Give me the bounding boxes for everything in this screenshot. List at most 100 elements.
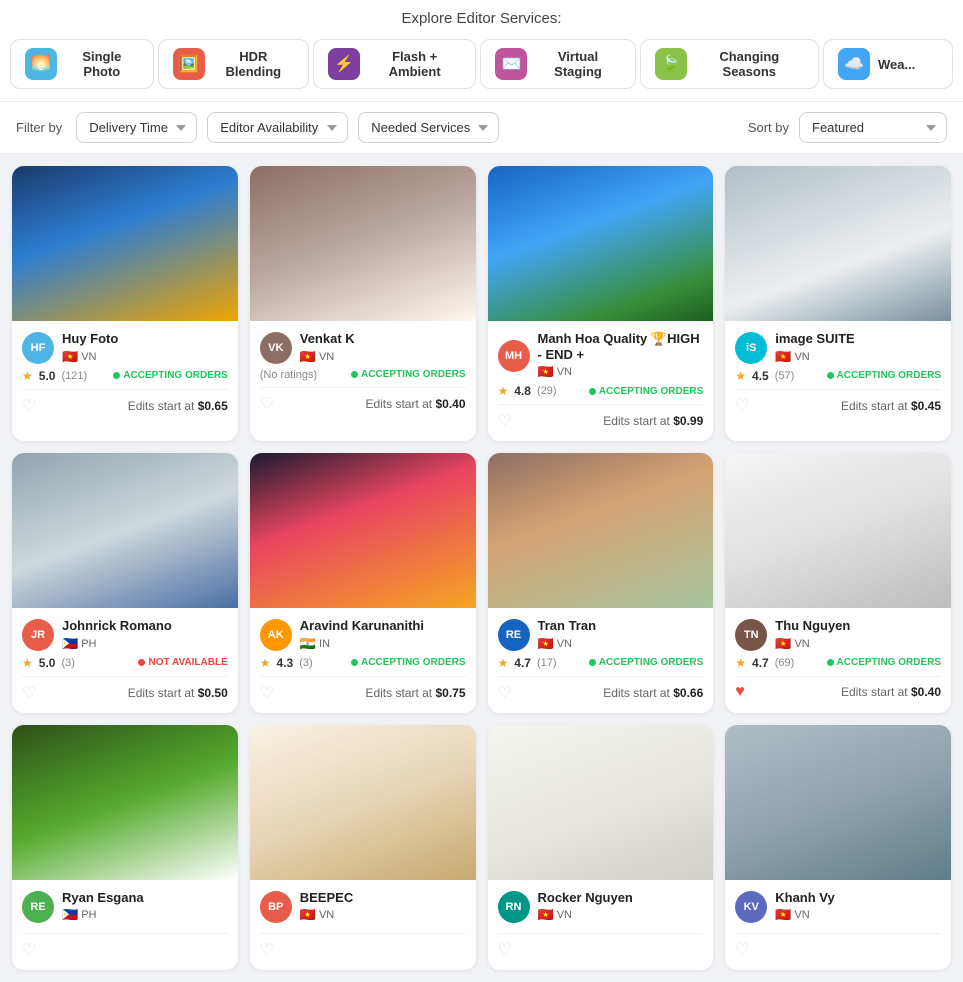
avatar: iS bbox=[735, 332, 767, 364]
favorite-button[interactable]: ♡ bbox=[22, 940, 36, 960]
status-badge: ACCEPTING ORDERS bbox=[589, 386, 703, 397]
country-flag-icon: 🇻🇳 bbox=[775, 907, 791, 923]
review-count: (121) bbox=[61, 370, 87, 382]
editor-country: 🇻🇳 VN bbox=[300, 349, 466, 365]
editor-card[interactable]: AK Aravind Karunanithi 🇮🇳 IN ★ 4.3 (3) bbox=[250, 453, 476, 713]
status-badge: ACCEPTING ORDERS bbox=[827, 657, 941, 668]
changing-seasons-icon: 🍃 bbox=[655, 48, 687, 80]
service-tab-changing-seasons[interactable]: 🍃 Changing Seasons bbox=[640, 39, 819, 89]
editor-card[interactable]: VK Venkat K 🇻🇳 VN (No ratings) ACCEPTING… bbox=[250, 166, 476, 441]
country-code: PH bbox=[81, 638, 96, 650]
country-code: VN bbox=[794, 909, 809, 921]
editor-details: Thu Nguyen 🇻🇳 VN bbox=[775, 618, 941, 652]
review-count: (No ratings) bbox=[260, 369, 317, 381]
star-icon: ★ bbox=[498, 384, 509, 398]
weather-icon: ☁️ bbox=[838, 48, 870, 80]
editor-card[interactable]: RN Rocker Nguyen 🇻🇳 VN ♡ bbox=[488, 725, 714, 971]
status-dot bbox=[827, 372, 834, 379]
editor-card[interactable]: BP BEEPEC 🇻🇳 VN ♡ bbox=[250, 725, 476, 971]
country-flag-icon: 🇻🇳 bbox=[538, 364, 554, 380]
service-tab-virtual-staging[interactable]: ✉️ Virtual Staging bbox=[480, 39, 635, 89]
service-tab-single-photo[interactable]: 🌅 Single Photo bbox=[10, 39, 154, 89]
status-text: ACCEPTING ORDERS bbox=[837, 370, 941, 381]
favorite-button[interactable]: ♡ bbox=[22, 396, 36, 416]
editor-country: 🇻🇳 VN bbox=[775, 349, 941, 365]
service-tab-weather[interactable]: ☁️ Wea... bbox=[823, 39, 953, 89]
service-tabs: 🌅 Single Photo 🖼️ HDR Blending ⚡ Flash +… bbox=[0, 35, 963, 93]
sort-filter[interactable]: Featured Price: Low to High Price: High … bbox=[799, 112, 947, 143]
favorite-button[interactable]: ♡ bbox=[260, 940, 274, 960]
editor-details: image SUITE 🇻🇳 VN bbox=[775, 331, 941, 365]
editor-info-row: JR Johnrick Romano 🇵🇭 PH bbox=[22, 618, 228, 652]
page-header: Explore Editor Services: 🌅 Single Photo … bbox=[0, 0, 963, 102]
card-image bbox=[12, 725, 238, 880]
editor-country: 🇮🇳 IN bbox=[300, 636, 466, 652]
price-text: Edits start at $0.40 bbox=[365, 397, 465, 411]
editor-name: Ryan Esgana bbox=[62, 890, 228, 906]
editor-card[interactable]: RE Tran Tran 🇻🇳 VN ★ 4.7 (17) bbox=[488, 453, 714, 713]
price-text: Edits start at $0.99 bbox=[603, 414, 703, 428]
review-count: (69) bbox=[775, 657, 795, 669]
country-code: VN bbox=[81, 351, 96, 363]
favorite-button[interactable]: ♡ bbox=[735, 396, 749, 416]
country-flag-icon: 🇮🇳 bbox=[300, 636, 316, 652]
editor-details: Johnrick Romano 🇵🇭 PH bbox=[62, 618, 228, 652]
review-count: (17) bbox=[537, 657, 557, 669]
favorite-button[interactable]: ♡ bbox=[498, 683, 512, 703]
country-code: VN bbox=[557, 909, 572, 921]
editor-card[interactable]: KV Khanh Vy 🇻🇳 VN ♡ bbox=[725, 725, 951, 971]
favorite-button[interactable]: ♡ bbox=[735, 940, 749, 960]
price-amount: $0.99 bbox=[673, 414, 703, 428]
changing-seasons-label: Changing Seasons bbox=[695, 49, 804, 79]
editor-card[interactable]: HF Huy Foto 🇻🇳 VN ★ 5.0 (121) bbox=[12, 166, 238, 441]
editor-details: Rocker Nguyen 🇻🇳 VN bbox=[538, 890, 704, 924]
avatar: BP bbox=[260, 891, 292, 923]
card-body: iS image SUITE 🇻🇳 VN ★ 4.5 (57) bbox=[725, 321, 951, 426]
card-image bbox=[725, 166, 951, 321]
star-icon: ★ bbox=[22, 656, 33, 670]
needed-services-filter[interactable]: Needed Services Single Photo HDR Blendin… bbox=[358, 112, 499, 143]
favorite-button[interactable]: ♡ bbox=[498, 411, 512, 431]
editor-country: 🇻🇳 VN bbox=[538, 636, 704, 652]
editor-card[interactable]: MH Manh Hoa Quality 🏆HIGH - END + 🇻🇳 VN … bbox=[488, 166, 714, 441]
card-image bbox=[12, 166, 238, 321]
service-tab-hdr-blending[interactable]: 🖼️ HDR Blending bbox=[158, 39, 309, 89]
rating-value: 5.0 bbox=[39, 656, 56, 670]
editor-card[interactable]: iS image SUITE 🇻🇳 VN ★ 4.5 (57) bbox=[725, 166, 951, 441]
editor-name: Venkat K bbox=[300, 331, 466, 347]
card-stats: ★ 4.7 (69) ACCEPTING ORDERS bbox=[735, 656, 941, 670]
card-body: RN Rocker Nguyen 🇻🇳 VN ♡ bbox=[488, 880, 714, 971]
editor-card[interactable]: JR Johnrick Romano 🇵🇭 PH ★ 5.0 (3) bbox=[12, 453, 238, 713]
rating-value: 4.8 bbox=[514, 384, 531, 398]
favorite-button[interactable]: ♡ bbox=[260, 683, 274, 703]
status-badge: ACCEPTING ORDERS bbox=[351, 369, 465, 380]
editor-card[interactable]: RE Ryan Esgana 🇵🇭 PH ♡ bbox=[12, 725, 238, 971]
filter-by-label: Filter by bbox=[16, 120, 62, 135]
card-footer: ♥ Edits start at $0.40 bbox=[735, 676, 941, 701]
price-amount: $0.66 bbox=[673, 686, 703, 700]
avatar: RE bbox=[498, 619, 530, 651]
service-tab-flash-ambient[interactable]: ⚡ Flash + Ambient bbox=[313, 39, 477, 89]
delivery-time-filter[interactable]: Delivery Time 24 hours 48 hours 3 days bbox=[76, 112, 197, 143]
card-image bbox=[488, 166, 714, 321]
price-amount: $0.45 bbox=[911, 399, 941, 413]
card-body: RE Tran Tran 🇻🇳 VN ★ 4.7 (17) bbox=[488, 608, 714, 713]
virtual-staging-icon: ✉️ bbox=[495, 48, 527, 80]
card-image bbox=[250, 725, 476, 880]
editor-details: Tran Tran 🇻🇳 VN bbox=[538, 618, 704, 652]
favorite-button[interactable]: ♡ bbox=[260, 394, 274, 414]
favorite-button[interactable]: ♡ bbox=[498, 940, 512, 960]
favorite-button[interactable]: ♡ bbox=[22, 683, 36, 703]
editor-details: BEEPEC 🇻🇳 VN bbox=[300, 890, 466, 924]
star-icon: ★ bbox=[260, 656, 271, 670]
price-text: Edits start at $0.50 bbox=[128, 686, 228, 700]
price-amount: $0.75 bbox=[435, 686, 465, 700]
card-image bbox=[250, 166, 476, 321]
weather-label: Wea... bbox=[878, 57, 915, 72]
status-dot bbox=[113, 372, 120, 379]
card-stats: ★ 4.5 (57) ACCEPTING ORDERS bbox=[735, 369, 941, 383]
editor-availability-filter[interactable]: Editor Availability Available Not Availa… bbox=[207, 112, 348, 143]
card-footer: ♡ Edits start at $0.75 bbox=[260, 676, 466, 703]
editor-card[interactable]: TN Thu Nguyen 🇻🇳 VN ★ 4.7 (69) bbox=[725, 453, 951, 713]
favorite-button[interactable]: ♥ bbox=[735, 683, 745, 701]
